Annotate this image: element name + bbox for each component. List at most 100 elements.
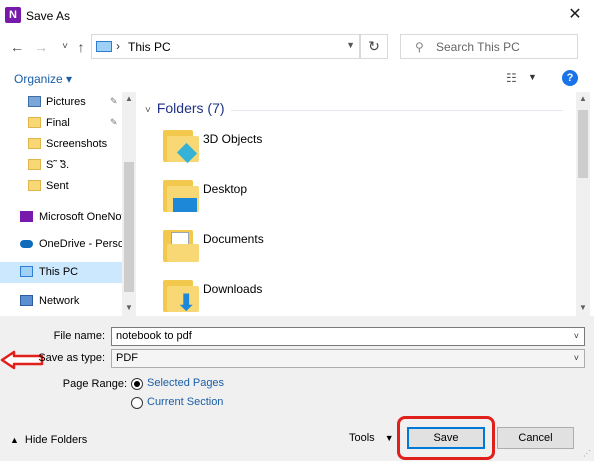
sidebar-item-network[interactable]: Network bbox=[0, 291, 122, 312]
sidebar-item-label: Screenshots bbox=[46, 138, 108, 150]
close-button[interactable]: ✕ bbox=[562, 4, 588, 28]
sidebar-item-folder[interactable]: S˜ ̃3. bbox=[0, 155, 122, 176]
breadcrumb-this-pc[interactable]: This PC bbox=[128, 40, 171, 54]
sidebar-item-label: Pictures bbox=[46, 96, 86, 108]
sidebar-item-onedrive[interactable]: OneDrive - Personal bbox=[0, 234, 122, 255]
scrollbar-thumb[interactable] bbox=[124, 162, 134, 292]
onenote-app-icon: N bbox=[5, 7, 21, 23]
folder-item-3d-objects[interactable]: 3D Objects bbox=[161, 124, 461, 172]
save-as-type-value[interactable]: PDF bbox=[116, 352, 138, 364]
breadcrumb-separator[interactable]: › bbox=[116, 39, 120, 53]
onenote-icon bbox=[20, 211, 33, 222]
chevron-down-icon[interactable]: ˅ bbox=[574, 350, 579, 367]
scroll-up-icon[interactable]: ▲ bbox=[579, 94, 587, 103]
help-icon[interactable]: ? bbox=[562, 70, 578, 86]
save-as-type-dropdown[interactable]: PDF ˅ bbox=[111, 349, 585, 368]
search-placeholder: Search This PC bbox=[436, 40, 520, 54]
refresh-button[interactable]: ↻ bbox=[360, 34, 388, 59]
up-arrow-icon[interactable]: ↑ bbox=[72, 37, 90, 57]
this-pc-icon bbox=[96, 41, 112, 52]
save-as-type-label: Save as type: bbox=[38, 352, 105, 364]
command-toolbar: Organize ▾ ☷ ▼ ? bbox=[0, 66, 594, 92]
sidebar-item-label: Network bbox=[39, 295, 80, 307]
folder-name: 3D Objects bbox=[203, 132, 263, 146]
window-title: Save As bbox=[26, 9, 71, 23]
chevron-down-icon: ▼ bbox=[384, 433, 394, 443]
sidebar-item-label: Microsoft OneNote bbox=[39, 211, 122, 223]
navigation-bar: ← → ˅ ↑ › This PC ▼ ↻ ⚲ Search This PC bbox=[0, 32, 594, 62]
this-pc-icon bbox=[20, 266, 33, 277]
network-icon bbox=[20, 295, 33, 306]
scrollbar-thumb[interactable] bbox=[578, 110, 588, 178]
cloud-icon bbox=[20, 240, 33, 248]
pictures-icon bbox=[28, 96, 41, 107]
folder-icon bbox=[28, 180, 41, 191]
folder-item-desktop[interactable]: Desktop bbox=[161, 174, 461, 222]
save-options-panel: File name: notebook to pdf ˅ Save as typ… bbox=[0, 316, 594, 461]
view-options-icon[interactable]: ☷ bbox=[506, 71, 520, 85]
desktop-folder-icon bbox=[161, 178, 199, 214]
back-arrow-icon[interactable]: ← bbox=[8, 37, 26, 57]
sidebar-item-onenote[interactable]: Microsoft OneNote bbox=[0, 207, 122, 228]
scroll-up-icon[interactable]: ▲ bbox=[125, 94, 133, 103]
scroll-down-icon[interactable]: ▼ bbox=[125, 303, 133, 312]
chevron-up-icon: ▲ bbox=[10, 435, 19, 445]
group-divider bbox=[231, 110, 563, 111]
navigation-pane-scrollbar[interactable]: ▲ ▼ bbox=[122, 92, 136, 316]
organize-button[interactable]: Organize ▾ bbox=[14, 72, 72, 86]
file-list-scrollbar[interactable]: ▲ ▼ bbox=[576, 92, 590, 316]
hide-folders-button[interactable]: ▲ Hide Folders bbox=[10, 434, 87, 446]
sidebar-item-label: S˜ ̃3. bbox=[46, 159, 70, 171]
file-name-label: File name: bbox=[53, 330, 105, 342]
documents-folder-icon bbox=[161, 228, 199, 264]
sidebar-item-final[interactable]: Final ✎ bbox=[0, 113, 122, 134]
chevron-down-icon[interactable]: ▼ bbox=[346, 40, 355, 50]
radio-button[interactable] bbox=[131, 397, 143, 409]
file-name-value[interactable]: notebook to pdf bbox=[116, 330, 192, 342]
tools-button[interactable]: Tools ▼ bbox=[349, 432, 394, 444]
title-bar: N Save As ✕ bbox=[0, 0, 594, 32]
navigation-pane: Pictures ✎ Final ✎ Screenshots S˜ ̃3. Se… bbox=[0, 92, 136, 316]
search-input[interactable]: ⚲ Search This PC bbox=[400, 34, 578, 59]
search-icon: ⚲ bbox=[415, 40, 424, 54]
radio-button[interactable] bbox=[131, 378, 143, 390]
sidebar-item-label: Sent bbox=[46, 180, 69, 192]
resize-grip-icon[interactable]: ⋰ bbox=[583, 449, 591, 458]
radio-label[interactable]: Selected Pages bbox=[147, 377, 224, 389]
file-list: ˅ Folders (7) 3D Objects Desktop Document… bbox=[137, 92, 591, 316]
address-bar[interactable]: › This PC ▼ bbox=[91, 34, 360, 59]
page-range-label: Page Range: bbox=[62, 378, 127, 390]
sidebar-item-pictures[interactable]: Pictures ✎ bbox=[0, 92, 122, 113]
tools-label: Tools bbox=[349, 432, 375, 444]
folder-name: Downloads bbox=[203, 282, 263, 296]
folder-item-downloads[interactable]: ⬇ Downloads bbox=[161, 274, 461, 322]
sidebar-item-this-pc[interactable]: This PC bbox=[0, 262, 122, 283]
view-dropdown-chevron-icon[interactable]: ▼ bbox=[528, 72, 537, 82]
folders-group-title: Folders (7) bbox=[156, 100, 225, 116]
save-button[interactable]: Save bbox=[407, 427, 485, 449]
forward-arrow-icon[interactable]: → bbox=[32, 37, 50, 57]
folders-group-header[interactable]: ˅ Folders (7) bbox=[145, 100, 225, 116]
hide-folders-label: Hide Folders bbox=[24, 434, 88, 446]
chevron-down-icon[interactable]: ˅ bbox=[145, 105, 151, 116]
sidebar-item-screenshots[interactable]: Screenshots bbox=[0, 134, 122, 155]
chevron-down-icon[interactable]: ˅ bbox=[574, 328, 579, 345]
sidebar-item-sent[interactable]: Sent bbox=[0, 176, 122, 197]
downloads-folder-icon: ⬇ bbox=[161, 278, 199, 314]
folder-icon bbox=[28, 138, 41, 149]
sidebar-item-label: OneDrive - Personal bbox=[39, 238, 122, 250]
folder-name: Desktop bbox=[203, 182, 248, 196]
radio-label[interactable]: Current Section bbox=[147, 396, 223, 408]
file-name-field[interactable]: notebook to pdf ˅ bbox=[111, 327, 585, 346]
folder-icon bbox=[28, 117, 41, 128]
sidebar-item-label: This PC bbox=[39, 266, 79, 278]
folder-item-documents[interactable]: Documents bbox=[161, 224, 461, 272]
3d-objects-folder-icon bbox=[161, 128, 199, 164]
pin-icon[interactable]: ✎ bbox=[110, 117, 118, 128]
cancel-button[interactable]: Cancel bbox=[497, 427, 574, 449]
pin-icon[interactable]: ✎ bbox=[110, 96, 118, 107]
scroll-down-icon[interactable]: ▼ bbox=[579, 303, 587, 312]
sidebar-item-label: Final bbox=[46, 117, 70, 129]
folder-name: Documents bbox=[203, 232, 264, 246]
folder-icon bbox=[28, 159, 41, 170]
